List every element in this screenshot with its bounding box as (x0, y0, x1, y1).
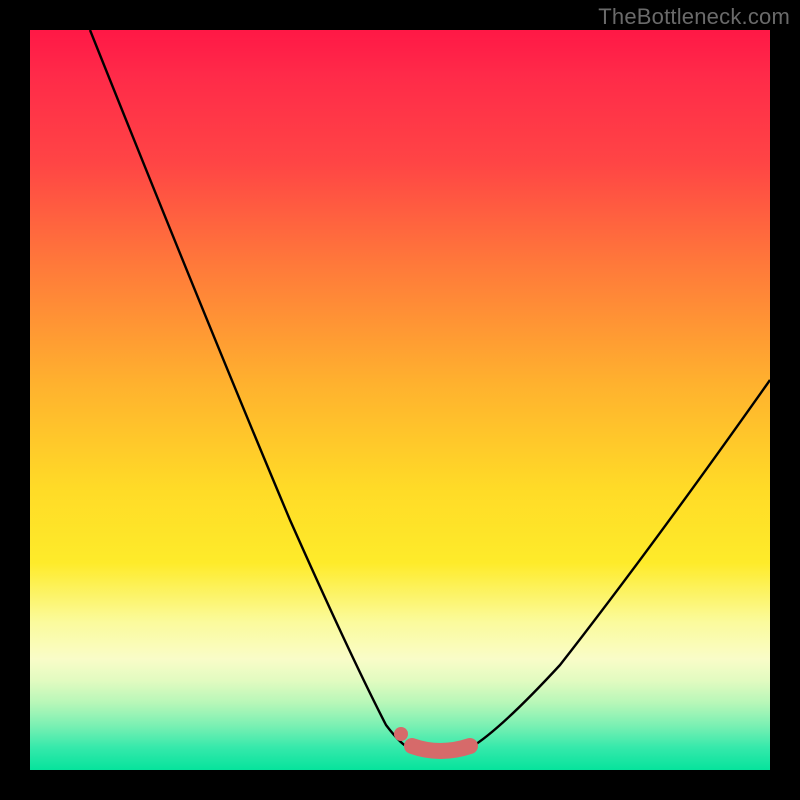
watermark-text: TheBottleneck.com (598, 4, 790, 30)
flat-segment (412, 746, 470, 751)
right-curve (470, 380, 770, 748)
left-dot-icon (394, 727, 408, 741)
left-curve (90, 30, 410, 748)
plot-area (30, 30, 770, 770)
curve-svg (30, 30, 770, 770)
chart-frame: TheBottleneck.com (0, 0, 800, 800)
